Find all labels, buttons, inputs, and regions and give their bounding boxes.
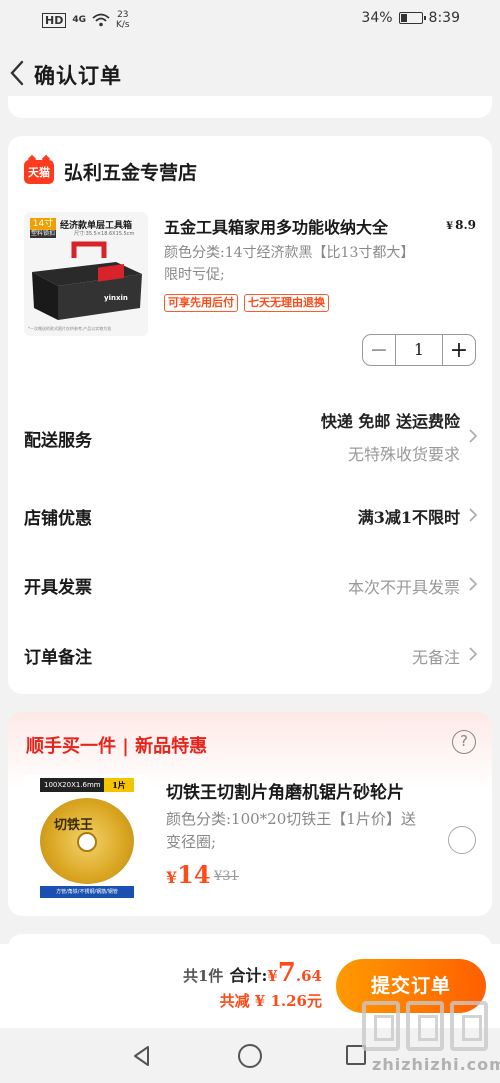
chevron-right-icon	[469, 429, 478, 443]
product-price-value: 8.9	[455, 218, 476, 232]
quantity-stepper: − 1 +	[362, 334, 476, 366]
promo-price: ¥14	[166, 860, 211, 889]
promo-price-currency: ¥	[166, 868, 178, 887]
saved-amount: 共减 ¥ 1.26元	[219, 992, 322, 1010]
shop-discount-label: 店铺优惠	[24, 509, 92, 529]
addon-promo-card: 顺手买一件 | 新品特惠 ? 100X20X1.6mm 1片 切铁王 方管/角铁…	[8, 712, 492, 916]
nav-home-icon[interactable]	[238, 1044, 262, 1068]
battery-fill	[400, 14, 407, 22]
delivery-label: 配送服务	[24, 431, 92, 451]
help-icon[interactable]: ?	[452, 730, 476, 754]
product-image[interactable]: 14寸 塑料锁扣 经济款单层工具箱 尺寸:35.5×18.6X15.5cm yi…	[24, 212, 148, 336]
svg-text:yinxin: yinxin	[104, 294, 128, 302]
total-currency: ¥	[267, 967, 278, 985]
quantity-value[interactable]: 1	[395, 335, 443, 365]
promo-image-footer: 方管/角铁/不锈钢/钢筋/钢管	[40, 886, 134, 898]
watermark-text: zhizhizhi.com	[372, 1055, 500, 1074]
promo-image-brand: 切铁王	[54, 818, 94, 833]
previous-card-bottom	[8, 96, 492, 118]
promo-image-count: 1片	[104, 778, 134, 792]
back-arrow-icon[interactable]	[6, 58, 28, 88]
toolbox-illustration: yinxin	[32, 241, 142, 320]
watermark-glyph	[406, 1001, 444, 1051]
total-label: 合计:	[229, 966, 268, 985]
promo-product-title[interactable]: 切铁王切割片角磨机锯片砂轮片	[166, 778, 404, 803]
battery-icon	[398, 12, 426, 24]
quantity-increase-button[interactable]: +	[443, 335, 475, 365]
product-title[interactable]: 五金工具箱家用多功能收纳大全	[164, 214, 388, 238]
order-total: 共1件 合计:¥7.64	[183, 958, 322, 988]
invoice-value: 本次不开具发票	[347, 578, 460, 597]
network-speed-unit: K/s	[116, 20, 130, 30]
total-decimal: .64	[295, 967, 322, 985]
quantity-decrease-button[interactable]: −	[363, 335, 395, 365]
tmall-logo-icon: 天猫	[24, 160, 54, 184]
shop-name[interactable]: 弘利五金专营店	[64, 158, 197, 185]
delivery-value: 快递 免邮 送运费险	[320, 412, 460, 431]
invoice-label: 开具发票	[24, 578, 92, 598]
total-integer: 7	[277, 958, 296, 988]
page-title: 确认订单	[34, 63, 122, 88]
header: 确认订单	[0, 48, 500, 100]
cutting-disc-hole	[77, 832, 97, 852]
promo-select-radio[interactable]	[448, 826, 476, 854]
product-price-currency: ¥	[446, 221, 454, 232]
network-speed-value: 23	[117, 10, 129, 20]
chevron-right-icon	[469, 508, 478, 522]
product-price: ¥8.9	[446, 218, 476, 232]
promo-title: 顺手买一件 | 新品特惠	[26, 736, 208, 757]
product-spec[interactable]: 颜色分类:14寸经济款黑【比13寸都大】限时亏促;	[164, 242, 424, 286]
item-count: 共1件	[183, 967, 224, 985]
hd-indicator: HD	[42, 12, 67, 28]
watermark-glyph	[362, 1001, 400, 1051]
promo-price-value: 14	[177, 860, 211, 889]
order-note-value: 无备注	[411, 648, 460, 667]
status-right: 34% 8:39	[361, 10, 460, 26]
delivery-requirement: 无特殊收货要求	[347, 445, 460, 464]
product-image-note: *一次赠送的款式图片仅供参考,产品以实物为准	[28, 326, 112, 331]
network-speed: 23 K/s	[116, 10, 130, 30]
promo-product-spec[interactable]: 颜色分类:100*20切铁王【1片价】送变径圈;	[166, 808, 416, 854]
battery-percent: 34%	[361, 10, 393, 26]
watermark-logo-icon	[362, 1001, 488, 1051]
status-bar: HD 4G 23 K/s 34% 8:39	[0, 0, 500, 40]
site-watermark: zhizhizhi.com	[352, 999, 500, 1077]
order-card: 天猫 弘利五金专营店 14寸 塑料锁扣 经济款单层工具箱 尺寸:35.5×18.…	[8, 136, 492, 694]
wifi-icon	[92, 13, 110, 27]
promo-original-price: ¥31	[214, 869, 239, 884]
status-left: HD 4G 23 K/s	[42, 10, 130, 30]
product-tags: 可享先用后付 七天无理由退换	[164, 294, 329, 312]
watermark-glyph	[450, 1001, 488, 1051]
tag-seven-day-return: 七天无理由退换	[244, 294, 329, 312]
chevron-right-icon	[469, 577, 478, 591]
order-note-label: 订单备注	[24, 648, 92, 668]
clock: 8:39	[428, 10, 460, 26]
signal-indicator: 4G	[72, 15, 86, 25]
chevron-right-icon	[469, 647, 478, 661]
shop-discount-value: 满3减1不限时	[357, 508, 460, 527]
nav-back-icon[interactable]	[130, 1044, 154, 1068]
promo-product-image[interactable]: 100X20X1.6mm 1片 切铁王 方管/角铁/不锈钢/钢筋/钢管	[24, 774, 148, 902]
tag-pay-later: 可享先用后付	[164, 294, 238, 312]
